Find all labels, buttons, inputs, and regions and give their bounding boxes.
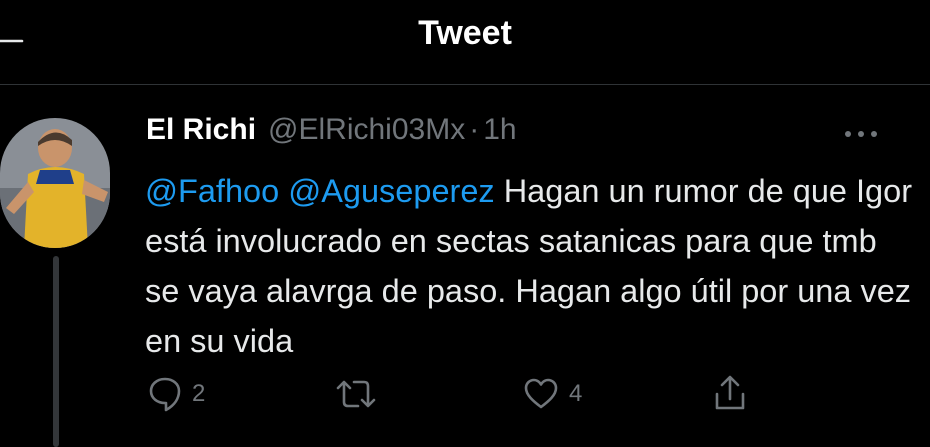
share-button[interactable]	[712, 374, 748, 414]
tweet-author-row: El Richi @ElRichi03Mx · 1h	[146, 113, 517, 157]
mention-link[interactable]: @Aguseperez	[288, 173, 494, 209]
reply-button[interactable]: 2	[148, 374, 205, 414]
retweet-button[interactable]	[334, 374, 378, 414]
heart-icon	[523, 374, 559, 414]
more-horizontal-icon[interactable]	[840, 124, 884, 144]
like-button[interactable]: 4	[523, 374, 582, 414]
tweet-text: @Fafhoo @Aguseperez Hagan un rumor de qu…	[145, 166, 915, 366]
share-upload-icon	[712, 374, 748, 414]
reply-bubble-icon	[148, 374, 182, 414]
tweet-timestamp[interactable]: 1h	[483, 113, 516, 147]
retweet-icon	[334, 374, 378, 414]
tweet-actions: 2 4	[0, 374, 930, 424]
author-handle[interactable]: @ElRichi03Mx	[268, 113, 465, 147]
page-title: Tweet	[418, 14, 512, 52]
author-name[interactable]: El Richi	[146, 113, 256, 147]
separator-dot: ·	[469, 113, 480, 146]
reply-count: 2	[192, 380, 206, 407]
top-bar: Tweet	[0, 0, 930, 85]
avatar[interactable]	[0, 118, 110, 248]
mention-link[interactable]: @Fafhoo	[145, 173, 279, 209]
like-count: 4	[569, 380, 583, 407]
